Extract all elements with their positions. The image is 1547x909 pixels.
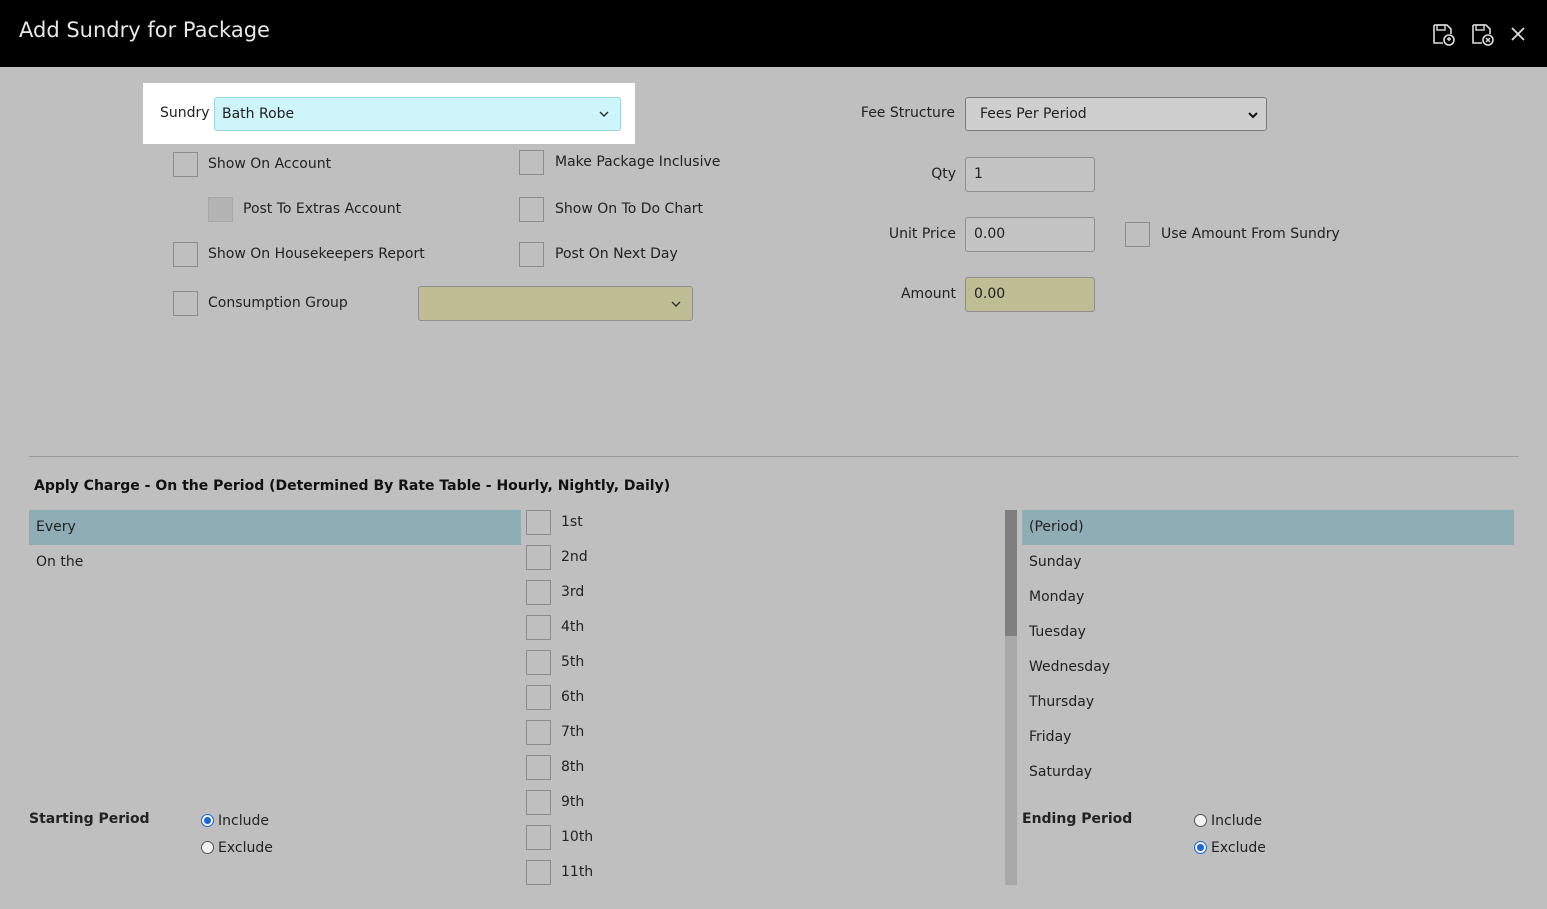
ordinal-9th-checkbox[interactable] <box>526 790 551 815</box>
starting-exclude-label: Exclude <box>218 840 273 856</box>
frequency-every[interactable]: Every <box>29 510 521 545</box>
ordinal-11th-checkbox[interactable] <box>526 860 551 885</box>
use-amount-from-sundry-label: Use Amount From Sundry <box>1161 226 1340 242</box>
sundry-field-group: Sundry Bath Robe <box>143 83 635 144</box>
show-on-account-label: Show On Account <box>208 156 332 172</box>
day-wednesday[interactable]: Wednesday <box>1022 650 1514 685</box>
ordinal-5th-label: 5th <box>561 654 585 670</box>
qty-label: Qty <box>931 166 956 182</box>
ending-include-label: Include <box>1211 813 1262 829</box>
ordinal-5th-checkbox[interactable] <box>526 650 551 675</box>
post-to-extras-label: Post To Extras Account <box>243 201 402 217</box>
ordinal-9th-label: 9th <box>561 794 585 810</box>
ordinal-1st-checkbox[interactable] <box>526 510 551 535</box>
consumption-group-checkbox[interactable] <box>173 291 198 316</box>
consumption-group-label: Consumption Group <box>208 295 348 311</box>
amount-input[interactable]: 0.00 <box>965 277 1095 312</box>
ordinal-2nd-checkbox[interactable] <box>526 545 551 570</box>
make-package-inclusive-label: Make Package Inclusive <box>555 154 721 170</box>
fee-structure-select[interactable]: Fees Per Period <box>965 97 1267 131</box>
day-saturday[interactable]: Saturday <box>1022 755 1514 790</box>
ordinal-11th-label: 11th <box>561 864 594 880</box>
day-thursday[interactable]: Thursday <box>1022 685 1514 720</box>
show-on-housekeepers-checkbox[interactable] <box>173 242 198 267</box>
ordinal-4th-label: 4th <box>561 619 585 635</box>
chevron-down-icon <box>671 301 681 308</box>
ordinal-7th-checkbox[interactable] <box>526 720 551 745</box>
show-on-todo-checkbox[interactable] <box>519 197 544 222</box>
ordinal-2nd-label: 2nd <box>561 549 588 565</box>
post-on-next-day-label: Post On Next Day <box>555 246 678 262</box>
show-on-housekeepers-label: Show On Housekeepers Report <box>208 246 425 262</box>
ordinal-4th-checkbox[interactable] <box>526 615 551 640</box>
unit-price-input[interactable]: 0.00 <box>965 217 1095 252</box>
frequency-on-the[interactable]: On the <box>29 545 521 580</box>
starting-include-radio[interactable] <box>201 814 214 827</box>
show-on-todo-label: Show On To Do Chart <box>555 201 704 217</box>
ordinal-8th-checkbox[interactable] <box>526 755 551 780</box>
post-on-next-day-checkbox[interactable] <box>519 242 544 267</box>
chevron-down-icon <box>1248 112 1258 119</box>
ordinal-10th-checkbox[interactable] <box>526 825 551 850</box>
starting-include-label: Include <box>218 813 269 829</box>
title-bar: Add Sundry for Package <box>0 0 1547 67</box>
ordinal-3rd-checkbox[interactable] <box>526 580 551 605</box>
make-package-inclusive-checkbox[interactable] <box>519 150 544 175</box>
day-tuesday[interactable]: Tuesday <box>1022 615 1514 650</box>
sundry-label: Sundry <box>160 105 210 121</box>
ordinal-scrollbar-thumb[interactable] <box>1005 510 1017 636</box>
ordinal-10th-label: 10th <box>561 829 594 845</box>
section-divider <box>29 456 1519 457</box>
chevron-down-icon <box>599 111 609 118</box>
fee-structure-label: Fee Structure <box>860 105 955 121</box>
ending-exclude-radio[interactable] <box>1194 841 1207 854</box>
unit-price-label: Unit Price <box>888 226 956 242</box>
post-to-extras-checkbox[interactable] <box>208 197 233 222</box>
qty-input[interactable]: 1 <box>965 157 1095 192</box>
consumption-group-select[interactable] <box>418 286 693 321</box>
ordinal-1st-label: 1st <box>561 514 583 530</box>
ending-period-label: Ending Period <box>1022 811 1133 827</box>
ordinal-8th-label: 8th <box>561 759 585 775</box>
save-and-close-icon[interactable] <box>1470 22 1494 46</box>
sundry-select[interactable]: Bath Robe <box>214 97 621 131</box>
save-and-copy-icon[interactable] <box>1431 22 1455 46</box>
amount-label: Amount <box>900 286 956 302</box>
window-title: Add Sundry for Package <box>19 18 270 42</box>
day-monday[interactable]: Monday <box>1022 580 1514 615</box>
ending-include-radio[interactable] <box>1194 814 1207 827</box>
starting-period-label: Starting Period <box>29 811 150 827</box>
show-on-account-checkbox[interactable] <box>173 152 198 177</box>
close-icon[interactable] <box>1508 24 1528 44</box>
ordinal-6th-checkbox[interactable] <box>526 685 551 710</box>
apply-charge-title: Apply Charge - On the Period (Determined… <box>34 478 671 494</box>
fee-structure-value: Fees Per Period <box>980 106 1087 122</box>
day-period[interactable]: (Period) <box>1022 510 1514 545</box>
day-sunday[interactable]: Sunday <box>1022 545 1514 580</box>
sundry-value: Bath Robe <box>222 106 295 122</box>
ordinal-3rd-label: 3rd <box>561 584 585 600</box>
ordinal-7th-label: 7th <box>561 724 585 740</box>
use-amount-from-sundry-checkbox[interactable] <box>1125 222 1150 247</box>
ordinal-6th-label: 6th <box>561 689 585 705</box>
starting-exclude-radio[interactable] <box>201 841 214 854</box>
day-friday[interactable]: Friday <box>1022 720 1514 755</box>
ending-exclude-label: Exclude <box>1211 840 1266 856</box>
